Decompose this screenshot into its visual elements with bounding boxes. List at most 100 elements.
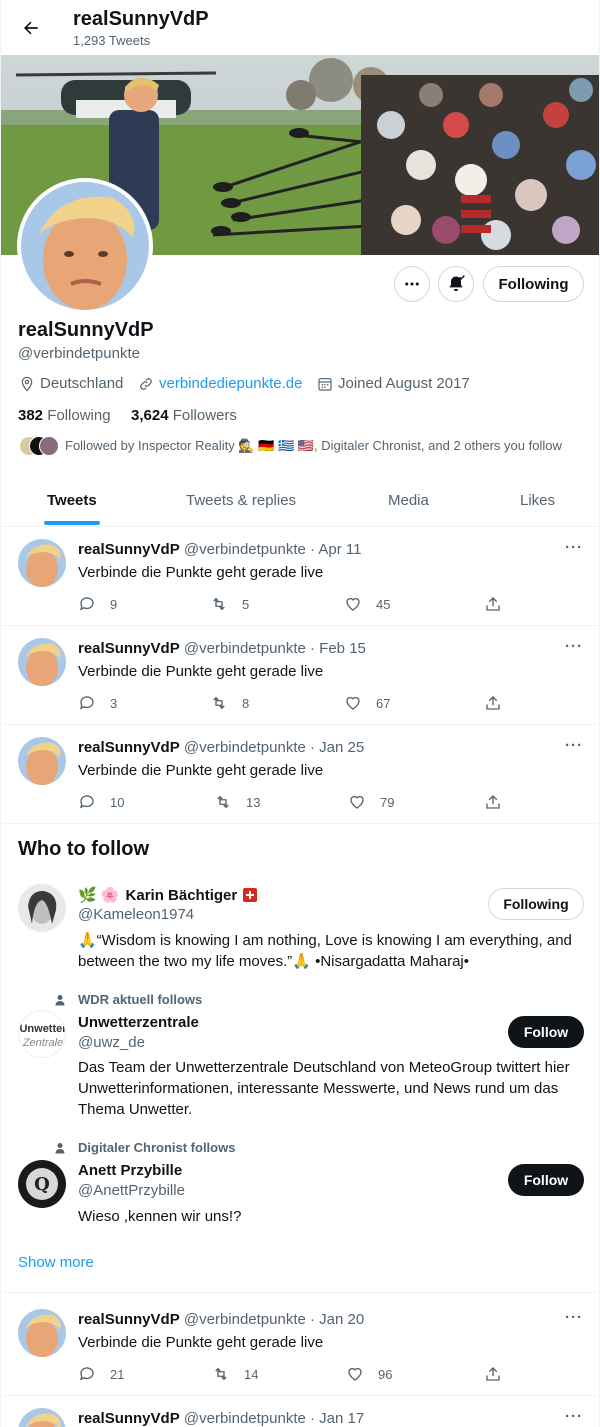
reply-count: 10 [110,794,125,810]
suggested-user-handle: @uwz_de [78,1034,145,1051]
profile-avatar[interactable] [17,178,153,314]
reply-button[interactable]: 3 [78,694,117,712]
following-button[interactable]: Following [483,266,584,302]
suggested-user-name[interactable]: 🌿 🌸 Karin Bächtiger [78,886,258,904]
more-dots-icon[interactable]: ··· [565,638,583,655]
tweet-author[interactable]: realSunnyVdP [78,739,180,756]
tweet-author[interactable]: realSunnyVdP [78,1311,180,1328]
avatar[interactable] [18,638,66,686]
tweet-meta: @verbindetpunkte · Jan 17 [183,1410,365,1427]
avatar-text: Zentrale [22,1037,64,1049]
retweet-button[interactable]: 13 [214,793,260,811]
bell-check-icon [449,275,465,292]
following-count-link[interactable]: 382 Following [18,407,111,424]
suggested-user-name[interactable]: Unwetterzentrale [78,1014,199,1031]
avatar [39,436,59,456]
more-dots-icon[interactable]: ··· [565,737,583,754]
like-button[interactable]: 79 [348,793,394,811]
avatar[interactable] [18,1309,66,1357]
followed-by-avatars[interactable] [19,436,59,456]
tab-media[interactable]: Media [388,474,429,527]
swiss-flag-icon [243,888,258,902]
tweet-actions: 3 8 67 [78,694,508,714]
more-dots-icon[interactable]: ··· [565,1309,583,1326]
like-button[interactable]: 96 [346,1365,392,1383]
tweet-text: Verbinde die Punkte geht gerade live [78,762,324,779]
retweet-button[interactable]: 14 [212,1365,258,1383]
divider [1,1292,599,1293]
avatar[interactable] [18,737,66,785]
share-icon [486,1367,500,1381]
retweet-icon [215,1367,227,1381]
tab-tweets[interactable]: Tweets [47,474,97,527]
website[interactable]: verbindediepunkte.de [138,375,302,392]
profile-handle: @verbindetpunkte [18,345,140,362]
avatar[interactable] [18,884,66,932]
reply-button[interactable]: 10 [78,793,124,811]
tweet-header: realSunnyVdP @verbindetpunkte · Feb 15 [78,640,366,657]
heart-icon [346,597,360,611]
like-button[interactable]: 67 [344,694,390,712]
tab-tweets-replies[interactable]: Tweets & replies [186,474,296,527]
avatar[interactable] [18,539,66,587]
tweet[interactable]: realSunnyVdP @verbindetpunkte · Jan 20 V… [1,1297,599,1396]
profile-tabs: Tweets Tweets & replies Media Likes [1,474,599,527]
share-button[interactable] [484,1365,502,1383]
heart-icon [346,696,360,710]
tweet[interactable]: realSunnyVdP @verbindetpunkte · Feb 15 V… [1,626,599,725]
top-bar: realSunnyVdP 1,293 Tweets [1,0,599,55]
suggested-user-handle: @Kameleon1974 [78,906,195,923]
followed-by-text[interactable]: Followed by Inspector Reality 🕵 🇩🇪 🇬🇷 🇺🇸… [65,438,562,454]
notifications-button[interactable] [438,266,474,302]
avatar[interactable]: Q [18,1160,66,1208]
share-button[interactable] [484,595,502,613]
following-button[interactable]: Following [488,888,584,920]
tweet-author[interactable]: realSunnyVdP [78,1410,180,1427]
suggested-user-bio: Wieso ,kennen wir uns!? [78,1208,242,1225]
back-arrow-icon[interactable] [17,14,45,42]
social-context: WDR aktuell follows [54,992,202,1007]
avatar[interactable] [18,1408,66,1427]
social-context-text: WDR aktuell follows [78,992,203,1007]
tweet-actions: 9 5 45 [78,595,508,615]
location-pin-icon [21,376,33,392]
tweet[interactable]: realSunnyVdP @verbindetpunkte · Apr 11 V… [1,527,599,626]
follow-button[interactable]: Follow [508,1164,584,1196]
share-button[interactable] [484,694,502,712]
share-icon [486,696,500,710]
retweet-count: 14 [244,1366,259,1382]
suggested-user-bio: Das Team der Unwetterzentrale Deutschlan… [78,1059,570,1118]
calendar-icon [318,377,332,391]
link-icon [140,377,152,390]
profile-name: realSunnyVdP [18,319,154,341]
share-button[interactable] [484,793,502,811]
reply-button[interactable]: 9 [78,595,117,613]
share-icon [486,597,500,611]
avatar[interactable]: Unwetter Zentrale [18,1010,66,1058]
retweet-button[interactable]: 5 [210,595,249,613]
tweet[interactable]: realSunnyVdP @verbindetpunkte · Jan 25 V… [1,725,599,824]
tab-likes[interactable]: Likes [520,474,555,527]
website-link[interactable]: verbindediepunkte.de [159,375,302,392]
more-options-button[interactable] [394,266,430,302]
suggested-user-name[interactable]: Anett Przybille [78,1162,182,1179]
tweet-author[interactable]: realSunnyVdP [78,541,180,558]
tweet-text: Verbinde die Punkte geht gerade live [78,564,324,581]
more-dots-icon[interactable]: ··· [565,539,583,556]
tweet[interactable]: realSunnyVdP @verbindetpunkte · Jan 17 ·… [1,1396,599,1427]
following-label: Following [47,407,111,424]
like-count: 67 [376,695,391,711]
tweet-author[interactable]: realSunnyVdP [78,640,180,657]
reply-button[interactable]: 21 [78,1365,124,1383]
retweet-button[interactable]: 8 [210,694,249,712]
more-dots-icon[interactable]: ··· [565,1408,583,1425]
user-name: Karin Bächtiger [125,886,238,904]
reply-icon [79,696,94,710]
like-button[interactable]: 45 [344,595,390,613]
header-title: realSunnyVdP [73,8,209,30]
follow-button[interactable]: Follow [508,1016,584,1048]
tweet-header: realSunnyVdP @verbindetpunkte · Jan 20 [78,1311,364,1328]
show-more-link[interactable]: Show more [18,1254,94,1271]
followers-count-link[interactable]: 3,624 Followers [131,407,237,424]
reply-icon [79,795,94,809]
